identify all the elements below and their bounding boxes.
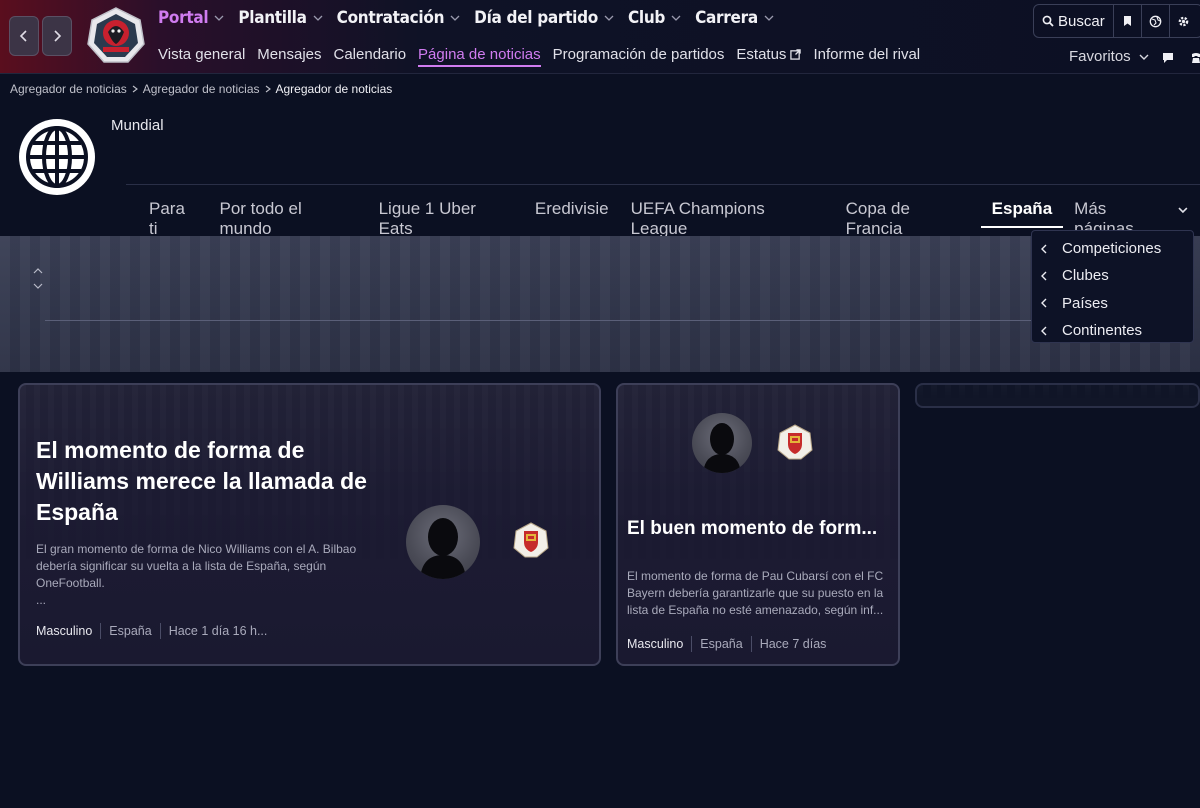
news-card-placeholder[interactable] [915,383,1200,408]
tab-copa-de-francia[interactable]: Copa de Francia [835,192,981,238]
breadcrumb-current: Agregador de noticias [275,82,393,96]
breadcrumb: Agregador de noticias Agregador de notic… [10,82,392,96]
tab-champions-league[interactable]: UEFA Champions League [620,192,835,238]
menu-item-paises[interactable]: Países [1032,290,1193,317]
subnav-vista-general[interactable]: Vista general [158,46,245,63]
header-divider [126,184,1200,185]
chevron-right-icon [132,85,138,93]
globe-button[interactable] [1142,5,1170,37]
news-tabs: Para ti Por todo el mundo Ligue 1 Uber E… [138,192,1200,238]
national-team-crest-icon [513,522,549,558]
chat-icon [1163,53,1173,63]
meta-gender: Masculino [36,624,93,638]
more-pages-menu: Competiciones Clubes Países Continentes [1031,230,1194,343]
search-button[interactable]: Buscar [1034,5,1114,37]
article-title: El buen momento de form... [627,518,878,539]
chevron-down-icon [604,15,614,21]
chevron-left-icon [1041,298,1047,308]
player-avatar [406,505,480,579]
chevron-down-icon [671,15,681,21]
nav-item-club[interactable]: Club [628,8,681,28]
nav-item-plantilla[interactable]: Plantilla [238,8,323,28]
chevron-down-icon [450,15,460,21]
gear-icon [1178,16,1189,26]
search-toolbar: Buscar [1033,4,1200,38]
meta-gender: Masculino [627,637,684,651]
nav-item-contratacion[interactable]: Contratación [337,8,461,28]
meta-country: España [691,636,750,652]
favorites-dropdown[interactable]: Favoritos [1069,48,1149,65]
chevron-down-icon [214,15,224,21]
subnav-programacion-de-partidos[interactable]: Programación de partidos [553,46,725,63]
article-description: El momento de forma de Pau Cubarsí con e… [627,569,884,617]
tab-espana[interactable]: España [980,192,1064,228]
player-avatar [692,413,752,473]
chevron-left-icon [1041,244,1047,254]
breadcrumb-item[interactable]: Agregador de noticias [143,82,260,96]
subnav-informe-del-rival[interactable]: Informe del rival [813,46,920,63]
subnav-estatus[interactable]: Estatus [736,46,802,63]
player-silhouette-icon [703,423,741,473]
subnav-calendario[interactable]: Calendario [334,46,407,63]
article-title: El momento de forma de Williams merece l… [36,437,367,525]
national-team-crest-icon [777,424,813,460]
breadcrumb-item[interactable]: Agregador de noticias [10,82,127,96]
globe-icon [19,119,95,195]
search-icon [1042,15,1054,27]
hero-banner [0,236,1200,372]
menu-item-competiciones[interactable]: Competiciones [1032,235,1193,262]
nav-item-carrera[interactable]: Carrera [695,8,774,28]
menu-item-continentes[interactable]: Continentes [1032,317,1193,344]
chevron-right-icon [54,30,62,42]
ball-globe-icon [1149,15,1162,27]
banner-divider [45,320,1035,321]
tab-mas-paginas[interactable]: Más páginas [1063,192,1200,238]
chevron-left-icon [1041,326,1047,336]
page-title: Mundial [111,117,164,134]
news-card[interactable]: El momento de forma de Williams merece l… [18,383,601,666]
meta-time: Hace 1 día 16 h... [159,623,276,639]
article-meta: Masculino España Hace 7 días [627,636,834,652]
reorder-arrows-icon[interactable] [31,264,45,294]
phone-icon [1192,53,1200,63]
tab-ligue-1[interactable]: Ligue 1 Uber Eats [368,192,524,238]
main-nav: Portal Plantilla Contratación Día del pa… [158,8,788,28]
news-card[interactable]: El buen momento de form... El momento de… [616,383,900,666]
chevron-left-icon [1041,271,1047,281]
nav-item-portal[interactable]: Portal [158,8,224,28]
player-silhouette-icon [420,518,466,579]
chevron-down-icon [313,15,323,21]
external-link-icon [790,49,802,60]
chevron-right-icon [265,85,271,93]
meta-time: Hace 7 días [750,636,835,652]
top-bar: Portal Plantilla Contratación Día del pa… [0,0,1200,74]
forward-button[interactable] [42,16,72,56]
chevron-down-icon [764,15,774,21]
sub-nav: Vista general Mensajes Calendario Página… [158,46,932,67]
chevron-down-icon [1139,54,1149,60]
subnav-pagina-de-noticias[interactable]: Página de noticias [418,46,541,67]
chevron-left-icon [19,30,27,42]
back-button[interactable] [9,16,39,56]
tab-para-ti[interactable]: Para ti [138,192,209,238]
meta-country: España [100,623,159,639]
tab-por-todo-el-mundo[interactable]: Por todo el mundo [209,192,368,238]
tab-eredivisie[interactable]: Eredivisie [524,192,620,228]
bookmark-button[interactable] [1114,5,1142,37]
menu-item-clubes[interactable]: Clubes [1032,262,1193,289]
settings-button[interactable] [1170,5,1198,37]
club-crest-icon[interactable] [86,6,146,66]
bookmark-icon [1123,16,1131,26]
chat-button[interactable] [1158,48,1178,68]
article-meta: Masculino España Hace 1 día 16 h... [36,623,275,639]
subnav-mensajes[interactable]: Mensajes [257,46,321,63]
chevron-down-icon [1178,207,1188,214]
phone-button[interactable] [1186,48,1200,68]
article-description: El gran momento de forma de Nico William… [36,542,357,607]
nav-item-dia-del-partido[interactable]: Día del partido [474,8,614,28]
